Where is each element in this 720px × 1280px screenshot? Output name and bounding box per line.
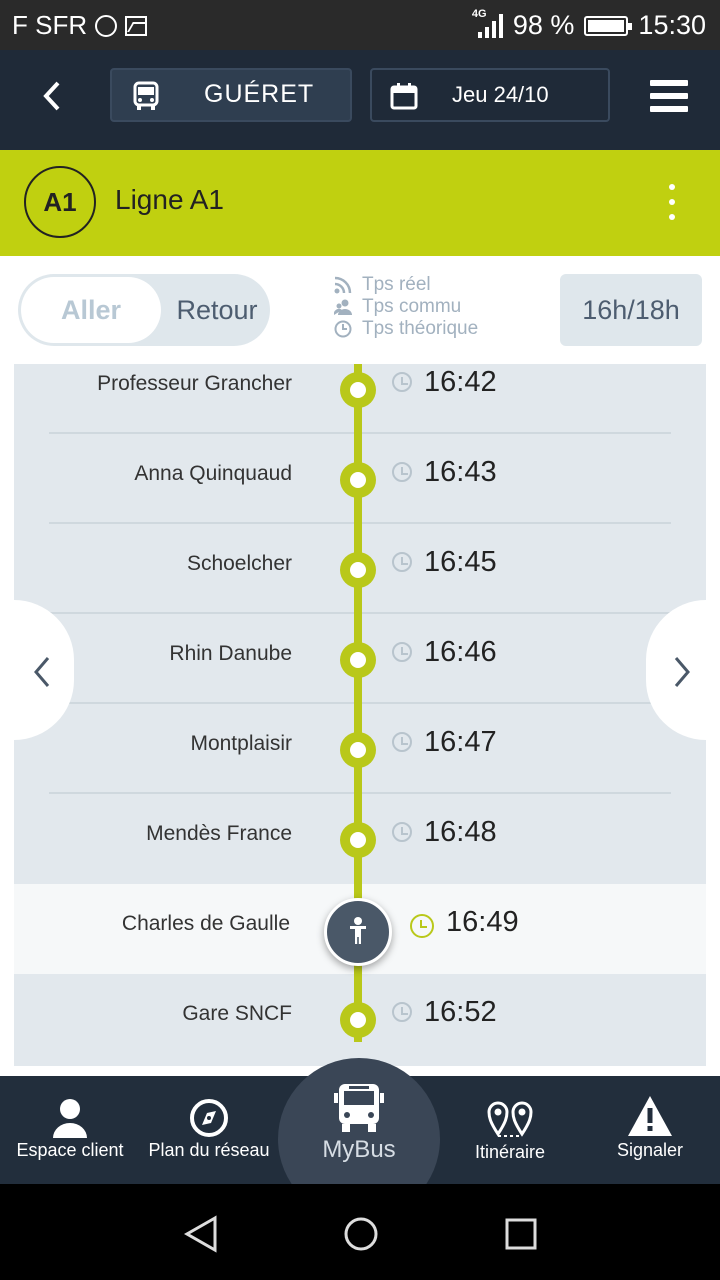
nav-plan-reseau[interactable]: Plan du réseau [140,1076,278,1184]
bus-icon [133,81,159,110]
stop-marker [340,1002,376,1038]
stop-marker [340,642,376,678]
chevron-left-icon[interactable] [28,652,58,692]
stop-marker [340,732,376,768]
legend-community: Tps commu [334,296,478,318]
app-header: GUÉRET Jeu 24/10 [0,50,720,150]
home-circle-icon[interactable] [342,1214,380,1254]
user-icon [53,1099,87,1138]
warning-icon [628,1096,672,1136]
direction-retour-button[interactable]: Retour [164,277,270,343]
chevron-left-icon [43,81,60,111]
nav-itineraire[interactable]: Itinéraire [440,1076,580,1184]
line-badge: A1 [24,166,96,238]
users-icon [334,299,352,315]
line-title: Ligne A1 [115,184,224,215]
bus-icon [334,1084,384,1132]
chevron-right-icon[interactable] [666,652,696,692]
stop-marker [340,552,376,588]
gallery-icon [125,15,148,36]
system-navigation-bar [0,1184,720,1280]
legend-theoretical: Tps théorique [334,318,478,340]
line-header: A1 Ligne A1 [0,150,720,256]
recent-apps-icon[interactable] [502,1214,540,1254]
stop-marker [340,822,376,858]
city-selector-button[interactable]: GUÉRET [110,68,352,122]
person-icon [350,917,366,944]
mybus-label: MyBus [322,1136,396,1163]
clock: 15:30 [638,10,706,40]
selected-date: Jeu 24/10 [452,82,549,107]
more-vertical-icon[interactable] [664,184,680,220]
clock-icon [392,642,412,662]
network-type: 4G [471,7,487,20]
signal-icon: 4G [472,8,503,38]
compass-icon [190,1099,228,1137]
status-bar: F SFR 4G 98 % 15:30 [0,0,720,50]
date-selector-button[interactable]: Jeu 24/10 [370,68,610,122]
calendar-icon [390,83,418,110]
clock-icon [392,732,412,752]
clock-icon [392,462,412,482]
direction-toggle: Aller Retour [18,274,270,346]
clock-icon [334,320,352,338]
battery-percent: 98 % [512,10,575,40]
clock-icon [392,822,412,842]
back-button[interactable] [30,74,74,118]
clock-icon [392,1002,412,1022]
nav-signaler[interactable]: Signaler [580,1076,720,1184]
nav-espace-client[interactable]: Espace client [0,1076,140,1184]
rss-icon [334,276,352,294]
clock-icon [410,914,434,938]
hours-range-button[interactable]: 16h/18h [560,274,702,346]
clock-icon [392,372,412,392]
legend-realtime: Tps réel [334,274,478,296]
user-position-marker [324,898,392,966]
carrier-label: F SFR [12,10,88,40]
status-right: 4G 98 % 15:30 [472,8,706,41]
hotspot-icon [95,14,118,37]
battery-icon [584,15,633,36]
back-triangle-icon[interactable] [182,1214,220,1254]
stop-timeline: Professeur Grancher 16:42 Anna Quinquaud… [14,364,706,1066]
clock-icon [392,552,412,572]
stop-marker [340,462,376,498]
route-pins-icon [487,1101,533,1137]
city-name: GUÉRET [204,80,315,108]
direction-aller-button[interactable]: Aller [21,277,161,343]
status-left: F SFR [12,10,148,41]
stop-marker [340,372,376,408]
time-legend: Tps réel Tps commu Tps théorique [334,274,478,340]
hamburger-menu-icon[interactable] [650,80,688,112]
